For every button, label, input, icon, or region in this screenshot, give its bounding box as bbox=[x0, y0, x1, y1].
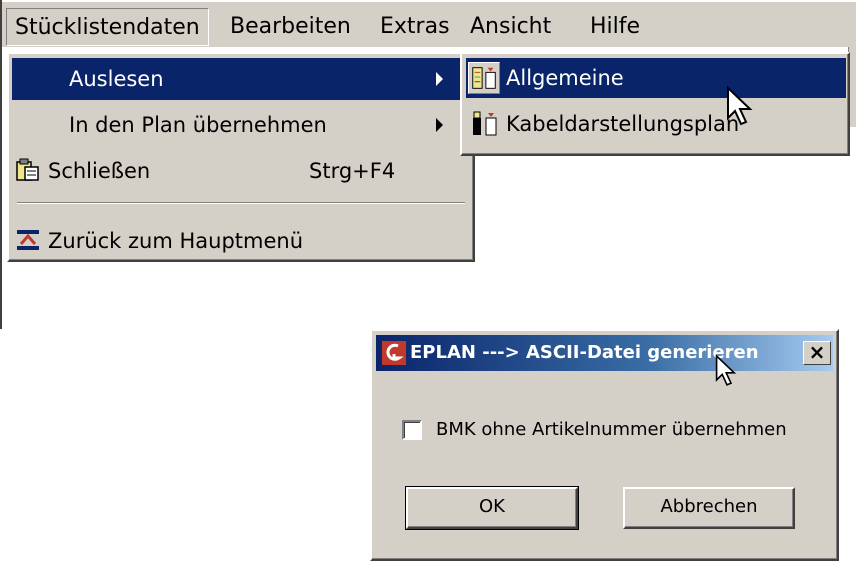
menu-separator bbox=[17, 202, 465, 204]
menu-hilfe[interactable]: Hilfe bbox=[582, 8, 648, 46]
menu-ansicht[interactable]: Ansicht bbox=[462, 8, 559, 46]
menu-extras[interactable]: Extras bbox=[372, 8, 458, 46]
cable-plan-icon bbox=[473, 111, 497, 136]
close-document-icon bbox=[16, 158, 39, 181]
menu-bar: Stücklistendaten Bearbeiten Extras Ansic… bbox=[0, 0, 856, 47]
bmk-checkbox[interactable] bbox=[402, 420, 422, 440]
mouse-pointer-icon bbox=[727, 86, 753, 126]
submenu-arrow-icon bbox=[436, 72, 443, 86]
menu-bearbeiten[interactable]: Bearbeiten bbox=[222, 8, 359, 46]
parts-list-general-icon bbox=[468, 62, 500, 94]
dialog-title: EPLAN ---> ASCII-Datei generieren bbox=[410, 342, 759, 363]
menu-item-label: In den Plan übernehmen bbox=[69, 113, 327, 137]
submenu-arrow-icon bbox=[436, 118, 443, 132]
close-icon[interactable]: × bbox=[803, 341, 831, 365]
cancel-button[interactable]: Abbrechen bbox=[623, 487, 795, 529]
menu-item-auslesen[interactable]: Auslesen bbox=[12, 58, 472, 100]
submenu-item-allgemeine[interactable]: Allgemeine bbox=[466, 58, 846, 98]
menu-stuecklistendaten[interactable]: Stücklistendaten bbox=[6, 8, 209, 46]
menu-item-shortcut: Strg+F4 bbox=[309, 159, 396, 183]
submenu-item-kabeldarstellungsplan[interactable]: Kabeldarstellungsplan bbox=[466, 104, 846, 144]
stuecklistendaten-dropdown: Auslesen In den Plan übernehmen Schließe… bbox=[7, 52, 475, 262]
menu-item-label: Schließen bbox=[48, 159, 151, 183]
submenu-item-label: Kabeldarstellungsplan bbox=[506, 112, 740, 136]
client-left-border bbox=[0, 47, 2, 329]
ok-button[interactable]: OK bbox=[405, 486, 579, 530]
main-menu-icon bbox=[17, 230, 39, 250]
menu-item-zurueck[interactable]: Zurück zum Hauptmenü bbox=[12, 220, 472, 262]
auslesen-submenu: Allgemeine Kabeldarstellungsplan bbox=[460, 52, 850, 156]
mouse-pointer-icon bbox=[715, 354, 737, 386]
ascii-export-dialog: EPLAN ---> ASCII-Datei generieren × BMK … bbox=[370, 329, 839, 561]
submenu-item-label: Allgemeine bbox=[506, 66, 624, 90]
menu-item-schliessen[interactable]: Schließen Strg+F4 bbox=[12, 150, 472, 192]
dialog-titlebar[interactable]: EPLAN ---> ASCII-Datei generieren × bbox=[376, 335, 833, 371]
window-left-border bbox=[0, 0, 2, 47]
menu-item-label: Auslesen bbox=[69, 67, 164, 91]
menu-item-in-den-plan[interactable]: In den Plan übernehmen bbox=[12, 104, 472, 146]
bmk-checkbox-label[interactable]: BMK ohne Artikelnummer übernehmen bbox=[436, 417, 787, 443]
menu-item-label: Zurück zum Hauptmenü bbox=[48, 229, 304, 253]
eplan-app-icon bbox=[382, 341, 406, 365]
menu-bar-top-border bbox=[0, 0, 856, 2]
